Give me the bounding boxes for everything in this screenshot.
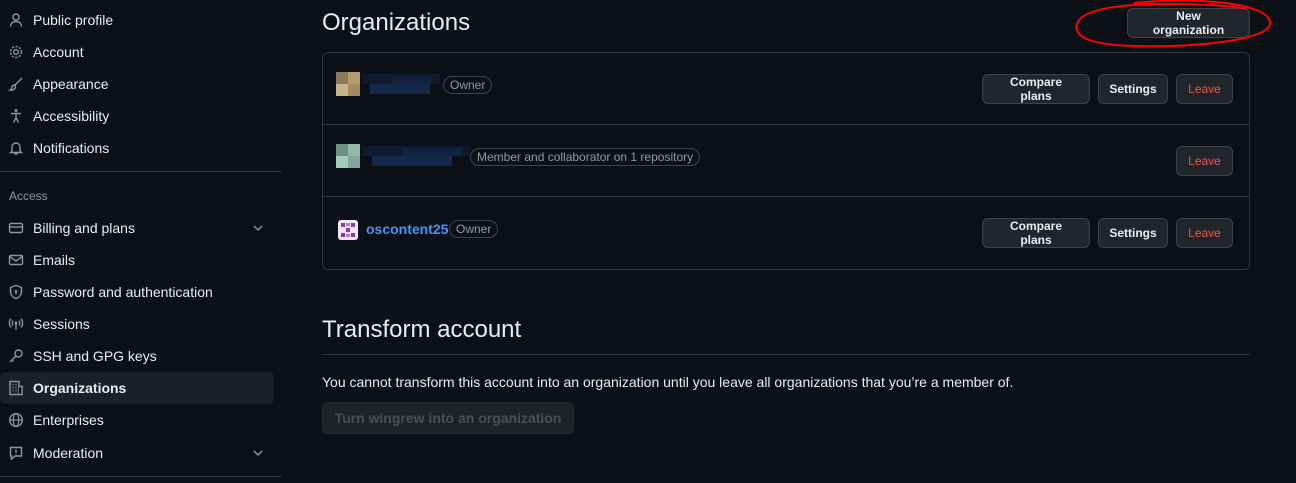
compare-plans-button[interactable]: Compare plans — [982, 74, 1090, 104]
row-divider — [322, 196, 1250, 197]
transform-description: You cannot transform this account into a… — [322, 374, 1014, 390]
section-divider — [322, 354, 1250, 355]
sidebar-item-label: Accessibility — [33, 108, 110, 124]
chevron-down-icon[interactable] — [250, 445, 266, 461]
sidebar-item-password[interactable]: Password and authentication — [0, 276, 274, 308]
person-icon — [8, 12, 24, 28]
sidebar-item-label: Moderation — [33, 445, 104, 461]
sidebar-item-appearance[interactable]: Appearance — [0, 68, 274, 100]
sidebar-section-access: Access — [9, 189, 48, 203]
leave-button[interactable]: Leave — [1176, 146, 1233, 176]
report-icon — [8, 445, 24, 461]
org-name-link[interactable]: oscontent25 — [366, 221, 448, 237]
sidebar-item-label: Organizations — [33, 380, 127, 396]
broadcast-icon — [8, 316, 24, 332]
sidebar-divider — [0, 476, 282, 477]
key-icon — [8, 348, 24, 364]
sidebar-item-label: Notifications — [33, 140, 110, 156]
leave-button[interactable]: Leave — [1176, 218, 1233, 248]
transform-account-title: Transform account — [322, 316, 522, 343]
settings-button[interactable]: Settings — [1098, 218, 1168, 248]
paintbrush-icon — [8, 76, 24, 92]
shield-lock-icon — [8, 284, 24, 300]
sidebar-item-label: SSH and GPG keys — [33, 348, 157, 364]
sidebar-item-label: Billing and plans — [33, 220, 135, 236]
bell-icon — [8, 140, 24, 156]
settings-sidebar: Public profile Account Appearance Access… — [0, 0, 282, 483]
sidebar-item-notifications[interactable]: Notifications — [0, 132, 274, 164]
sidebar-divider — [0, 171, 282, 172]
sidebar-item-label: Enterprises — [33, 412, 104, 428]
role-badge: Owner — [449, 220, 499, 238]
sidebar-item-label: Password and authentication — [33, 284, 213, 300]
mail-icon — [8, 252, 24, 268]
org-name-redacted-1[interactable] — [362, 72, 440, 101]
org-avatar-1[interactable] — [336, 72, 360, 101]
sidebar-item-accessibility[interactable]: Accessibility — [0, 100, 274, 132]
sidebar-item-sessions[interactable]: Sessions — [0, 308, 274, 340]
sidebar-item-enterprises[interactable]: Enterprises — [0, 404, 274, 436]
org-avatar-3[interactable] — [338, 220, 358, 245]
sidebar-item-ssh-gpg[interactable]: SSH and GPG keys — [0, 340, 274, 372]
globe-icon — [8, 412, 24, 428]
role-badge: Member and collaborator on 1 repository — [470, 148, 701, 166]
accessibility-icon — [8, 108, 24, 124]
sidebar-item-billing[interactable]: Billing and plans — [0, 212, 274, 244]
sidebar-item-public-profile[interactable]: Public profile — [0, 4, 274, 36]
sidebar-item-organizations[interactable]: Organizations — [0, 372, 274, 404]
compare-plans-button[interactable]: Compare plans — [982, 218, 1090, 248]
role-badge: Owner — [443, 76, 493, 94]
leave-button[interactable]: Leave — [1176, 74, 1233, 104]
org-name-redacted-2[interactable] — [362, 144, 470, 173]
organizations-title: Organizations — [322, 9, 471, 36]
settings-button[interactable]: Settings — [1098, 74, 1168, 104]
sidebar-item-label: Sessions — [33, 316, 90, 332]
row-divider — [322, 124, 1250, 125]
sidebar-item-emails[interactable]: Emails — [0, 244, 274, 276]
sidebar-item-label: Public profile — [33, 12, 114, 28]
turn-into-organization-button[interactable]: Turn wingrew into an organization — [322, 402, 574, 434]
sidebar-item-label: Account — [33, 44, 84, 60]
sidebar-item-label: Appearance — [33, 76, 109, 92]
chevron-down-icon[interactable] — [250, 220, 266, 236]
gear-icon — [8, 44, 24, 60]
credit-card-icon — [8, 220, 24, 236]
sidebar-item-label: Emails — [33, 252, 76, 268]
org-avatar-2[interactable] — [336, 144, 360, 173]
sidebar-item-account[interactable]: Account — [0, 36, 274, 68]
sidebar-item-moderation[interactable]: Moderation — [0, 437, 274, 469]
organization-icon — [8, 380, 24, 396]
new-organization-button[interactable]: New organization — [1127, 8, 1250, 38]
